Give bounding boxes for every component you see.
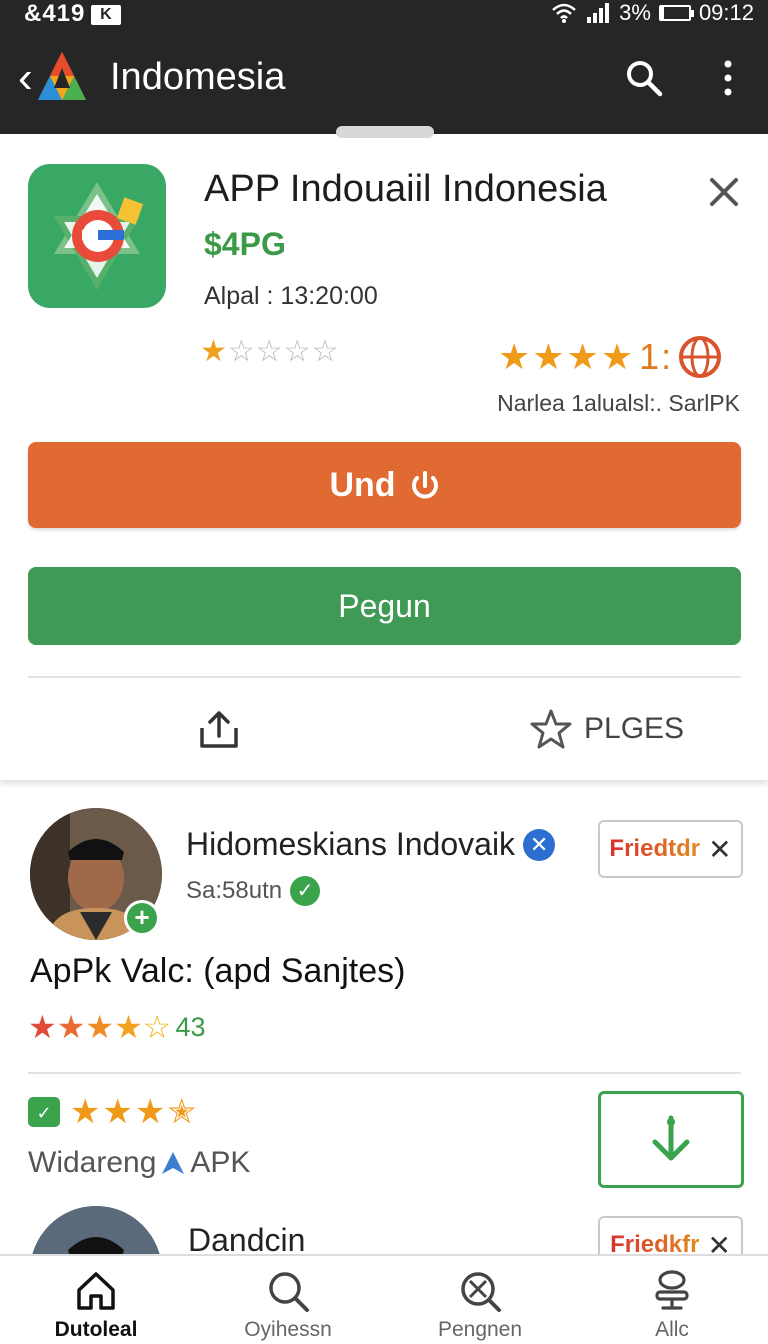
star-filled-icon: ★ xyxy=(56,1009,86,1045)
install-button[interactable]: Und xyxy=(28,442,741,528)
close-icon[interactable]: ✕ xyxy=(708,833,731,866)
download-arrow-icon xyxy=(652,1115,690,1160)
review-label: Widareng xyxy=(28,1146,157,1179)
app-meta: Alpal : 13:20:00 xyxy=(204,282,378,310)
star-filled-icon[interactable]: ★ xyxy=(200,335,228,368)
star-empty-icon[interactable]: ☆☆☆☆ xyxy=(228,335,340,368)
star-filled-icon: ★ xyxy=(114,1009,143,1045)
search-icon[interactable] xyxy=(624,58,664,98)
status-app-icon: K xyxy=(91,5,122,25)
app-detail-card: APP Indouaiil Indonesia $4PG Alpal : 13:… xyxy=(0,138,768,780)
reviewer-name: Hidomeskians Indovaik xyxy=(186,826,516,862)
review-label-suffix: APK xyxy=(190,1146,251,1179)
user-rating-stars[interactable]: ★☆☆☆☆ xyxy=(200,334,339,369)
review-label-row: Widareng APK xyxy=(28,1146,250,1180)
star-half-icon: ☆ xyxy=(142,1009,172,1045)
page-title: Indomesia xyxy=(110,56,286,98)
status-notification-text: &419 xyxy=(24,0,86,27)
review-rating-row: ✓ ★★★✭ xyxy=(28,1092,198,1132)
apk-arrow-icon xyxy=(162,1152,185,1174)
star-filled-icon: ★ xyxy=(85,1009,115,1045)
status-right: 3% 09:12 xyxy=(551,0,754,26)
status-bar: &419 K 3% 09:12 xyxy=(0,0,768,30)
wifi-icon xyxy=(552,3,576,23)
rating-number: 1: xyxy=(639,336,674,377)
nav-label: Allc xyxy=(655,1318,689,1341)
nav-label: Dutoleal xyxy=(54,1318,138,1341)
back-arrow-icon[interactable]: ‹ xyxy=(18,56,33,100)
divider xyxy=(28,676,741,678)
battery-icon xyxy=(658,5,694,21)
wishlist-button[interactable]: PLGES xyxy=(530,708,684,750)
search-icon xyxy=(269,1272,309,1312)
more-vert-icon[interactable] xyxy=(712,58,744,98)
nav-item-search[interactable]: Oyihessn xyxy=(192,1256,384,1344)
divider xyxy=(28,1072,741,1074)
globe-icon xyxy=(679,336,722,378)
nav-item-explore[interactable]: Pengnen xyxy=(384,1256,576,1344)
status-left: &419 K xyxy=(24,0,122,28)
download-button[interactable] xyxy=(598,1091,744,1188)
nav-label: Oyihessn xyxy=(244,1318,332,1341)
review-count: 43 xyxy=(175,1011,206,1042)
average-rating: ★★★★ 1: xyxy=(498,334,723,380)
close-icon[interactable] xyxy=(704,172,744,212)
status-time: 09:12 xyxy=(698,0,754,25)
battery-percent: 3% xyxy=(619,0,651,25)
wishlist-label: PLGES xyxy=(584,712,685,745)
rating-caption: Narlea 1alualsl:. SarlPK xyxy=(497,390,740,416)
share-icon[interactable] xyxy=(196,706,242,752)
reviewer-subtitle: Sa:58utn xyxy=(186,877,283,904)
profile-stack-icon xyxy=(655,1270,689,1310)
star-group-icon: ★★★✭ xyxy=(70,1093,198,1131)
shopping-bag-icon: ✓ xyxy=(28,1097,60,1127)
star-filled-icon: ★ xyxy=(28,1009,57,1045)
friend-button-label: Friedtdr xyxy=(609,835,701,862)
star-outline-icon xyxy=(530,709,572,749)
reviewer-name-row: Hidomeskians Indovaik ✕ xyxy=(186,826,556,863)
nav-label: Pengnen xyxy=(437,1318,523,1341)
check-circle-icon: ✓ xyxy=(290,876,321,906)
star-group-icon: ★★★★ xyxy=(498,336,636,377)
bottom-navigation: Dutoleal Oyihessn Pengnen Allc xyxy=(0,1254,768,1344)
signal-icon xyxy=(587,3,610,23)
app-name: APP Indouaiil Indonesia xyxy=(204,168,607,210)
nav-item-home[interactable]: Dutoleal xyxy=(0,1256,192,1344)
friend-button[interactable]: Friedtdr ✕ xyxy=(598,820,743,878)
app-icon xyxy=(28,164,166,308)
verified-x-icon: ✕ xyxy=(523,828,556,861)
review-rating: ★ ★ ★ ★ ☆ 43 xyxy=(28,1008,205,1046)
home-icon xyxy=(77,1272,115,1310)
explore-icon xyxy=(461,1272,501,1312)
secondary-button[interactable]: Pegun xyxy=(28,567,741,645)
review-title: ApPk Valc: (apd Sanjtes) xyxy=(30,952,406,990)
secondary-button-label: Pegun xyxy=(338,587,431,624)
app-price: $4PG xyxy=(204,226,286,262)
app-logo-icon xyxy=(38,52,86,100)
nav-item-all[interactable]: Allc xyxy=(576,1256,768,1344)
install-button-label: Und xyxy=(329,465,396,504)
power-icon xyxy=(411,471,438,499)
reviewer-subtitle-row: Sa:58utn ✓ xyxy=(186,876,321,906)
app-header: &419 K 3% 09:12 ‹ Indomesia xyxy=(0,0,768,134)
sheet-drag-handle[interactable] xyxy=(336,126,434,138)
add-friend-icon[interactable]: + xyxy=(124,900,160,936)
